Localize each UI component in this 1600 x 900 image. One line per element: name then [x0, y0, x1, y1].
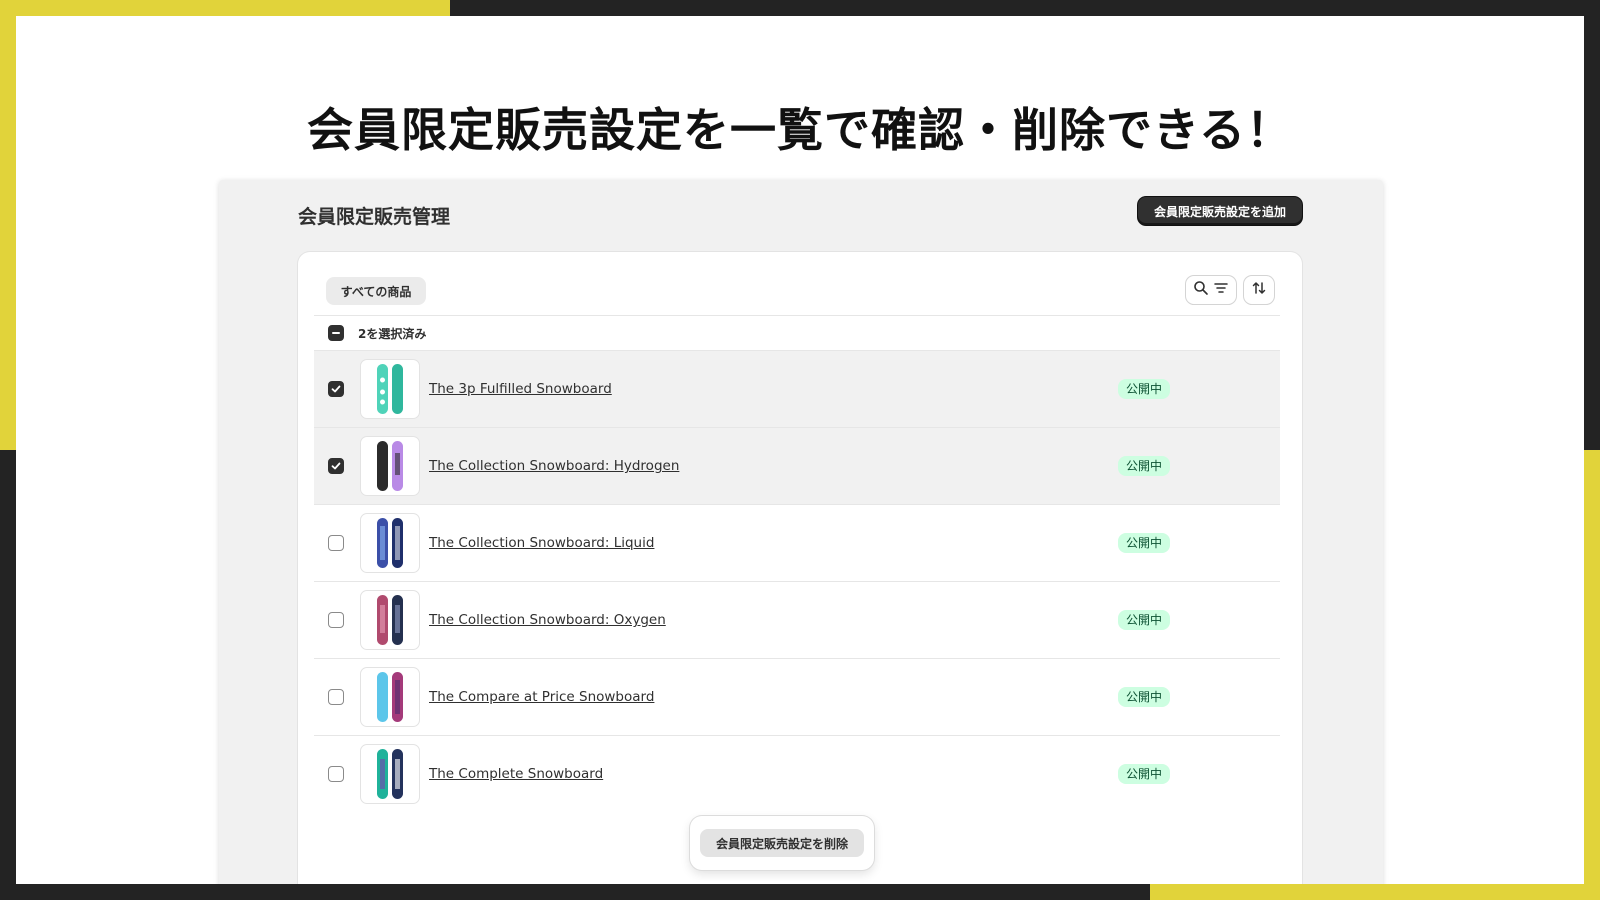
table-row[interactable]: The Collection Snowboard: Hydrogen 公開中 [314, 428, 1280, 505]
product-thumbnail [360, 667, 420, 727]
table-row[interactable]: The Complete Snowboard 公開中 [314, 736, 1280, 812]
delete-setting-button[interactable]: 会員限定販売設定を削除 [700, 829, 864, 857]
status-badge: 公開中 [1118, 456, 1171, 476]
status-badge: 公開中 [1118, 687, 1171, 707]
check-icon [331, 462, 341, 470]
product-thumbnail [360, 590, 420, 650]
product-thumbnail [360, 513, 420, 573]
status-badge: 公開中 [1118, 533, 1171, 553]
bulk-selection-header: 2を選択済み [314, 315, 1280, 351]
product-table: 2を選択済み The 3p Fulfilled Snowboard 公開中 Th… [314, 315, 1280, 812]
headline: 会員限定販売設定を一覧で確認・削除できる！ [306, 103, 1294, 157]
product-name-link[interactable]: The 3p Fulfilled Snowboard [429, 381, 612, 397]
product-name-link[interactable]: The Collection Snowboard: Liquid [429, 535, 654, 551]
row-checkbox[interactable] [328, 689, 344, 705]
filter-icon [1213, 280, 1229, 300]
product-list-card: すべての商品 2を選択済み The 3p Fulfilled Snowboard… [298, 252, 1302, 884]
sort-button[interactable] [1244, 276, 1274, 304]
product-name-link[interactable]: The Compare at Price Snowboard [429, 689, 654, 705]
product-name-link[interactable]: The Collection Snowboard: Hydrogen [429, 458, 679, 474]
product-name-link[interactable]: The Complete Snowboard [429, 766, 603, 782]
product-thumbnail [360, 359, 420, 419]
row-checkbox[interactable] [328, 766, 344, 782]
status-badge: 公開中 [1118, 764, 1171, 784]
table-row[interactable]: The Compare at Price Snowboard 公開中 [314, 659, 1280, 736]
search-icon [1193, 280, 1209, 300]
status-badge: 公開中 [1118, 379, 1171, 399]
add-setting-button[interactable]: 会員限定販売設定を追加 [1138, 197, 1302, 225]
table-row[interactable]: The Collection Snowboard: Liquid 公開中 [314, 505, 1280, 582]
admin-window: 会員限定販売管理 会員限定販売設定を追加 すべての商品 2を選択済み The 3… [219, 180, 1383, 884]
page-title: 会員限定販売管理 [298, 206, 451, 228]
table-row[interactable]: The Collection Snowboard: Oxygen 公開中 [314, 582, 1280, 659]
status-badge: 公開中 [1118, 610, 1171, 630]
tab-all-products[interactable]: すべての商品 [326, 277, 426, 305]
sort-icon [1251, 280, 1267, 300]
check-icon [331, 385, 341, 393]
row-checkbox[interactable] [328, 381, 344, 397]
table-row[interactable]: The 3p Fulfilled Snowboard 公開中 [314, 351, 1280, 428]
product-thumbnail [360, 744, 420, 804]
product-name-link[interactable]: The Collection Snowboard: Oxygen [429, 612, 666, 628]
row-checkbox[interactable] [328, 535, 344, 551]
indeterminate-icon [332, 332, 340, 334]
select-all-checkbox[interactable] [328, 325, 344, 341]
product-thumbnail [360, 436, 420, 496]
row-checkbox[interactable] [328, 458, 344, 474]
row-checkbox[interactable] [328, 612, 344, 628]
search-filter-button[interactable] [1186, 276, 1236, 304]
slide-canvas: 会員限定販売設定を一覧で確認・削除できる！ 会員限定販売管理 会員限定販売設定を… [16, 16, 1584, 884]
selected-count-label: 2を選択済み [358, 326, 427, 341]
bulk-action-bar: 会員限定販売設定を削除 [690, 816, 874, 870]
